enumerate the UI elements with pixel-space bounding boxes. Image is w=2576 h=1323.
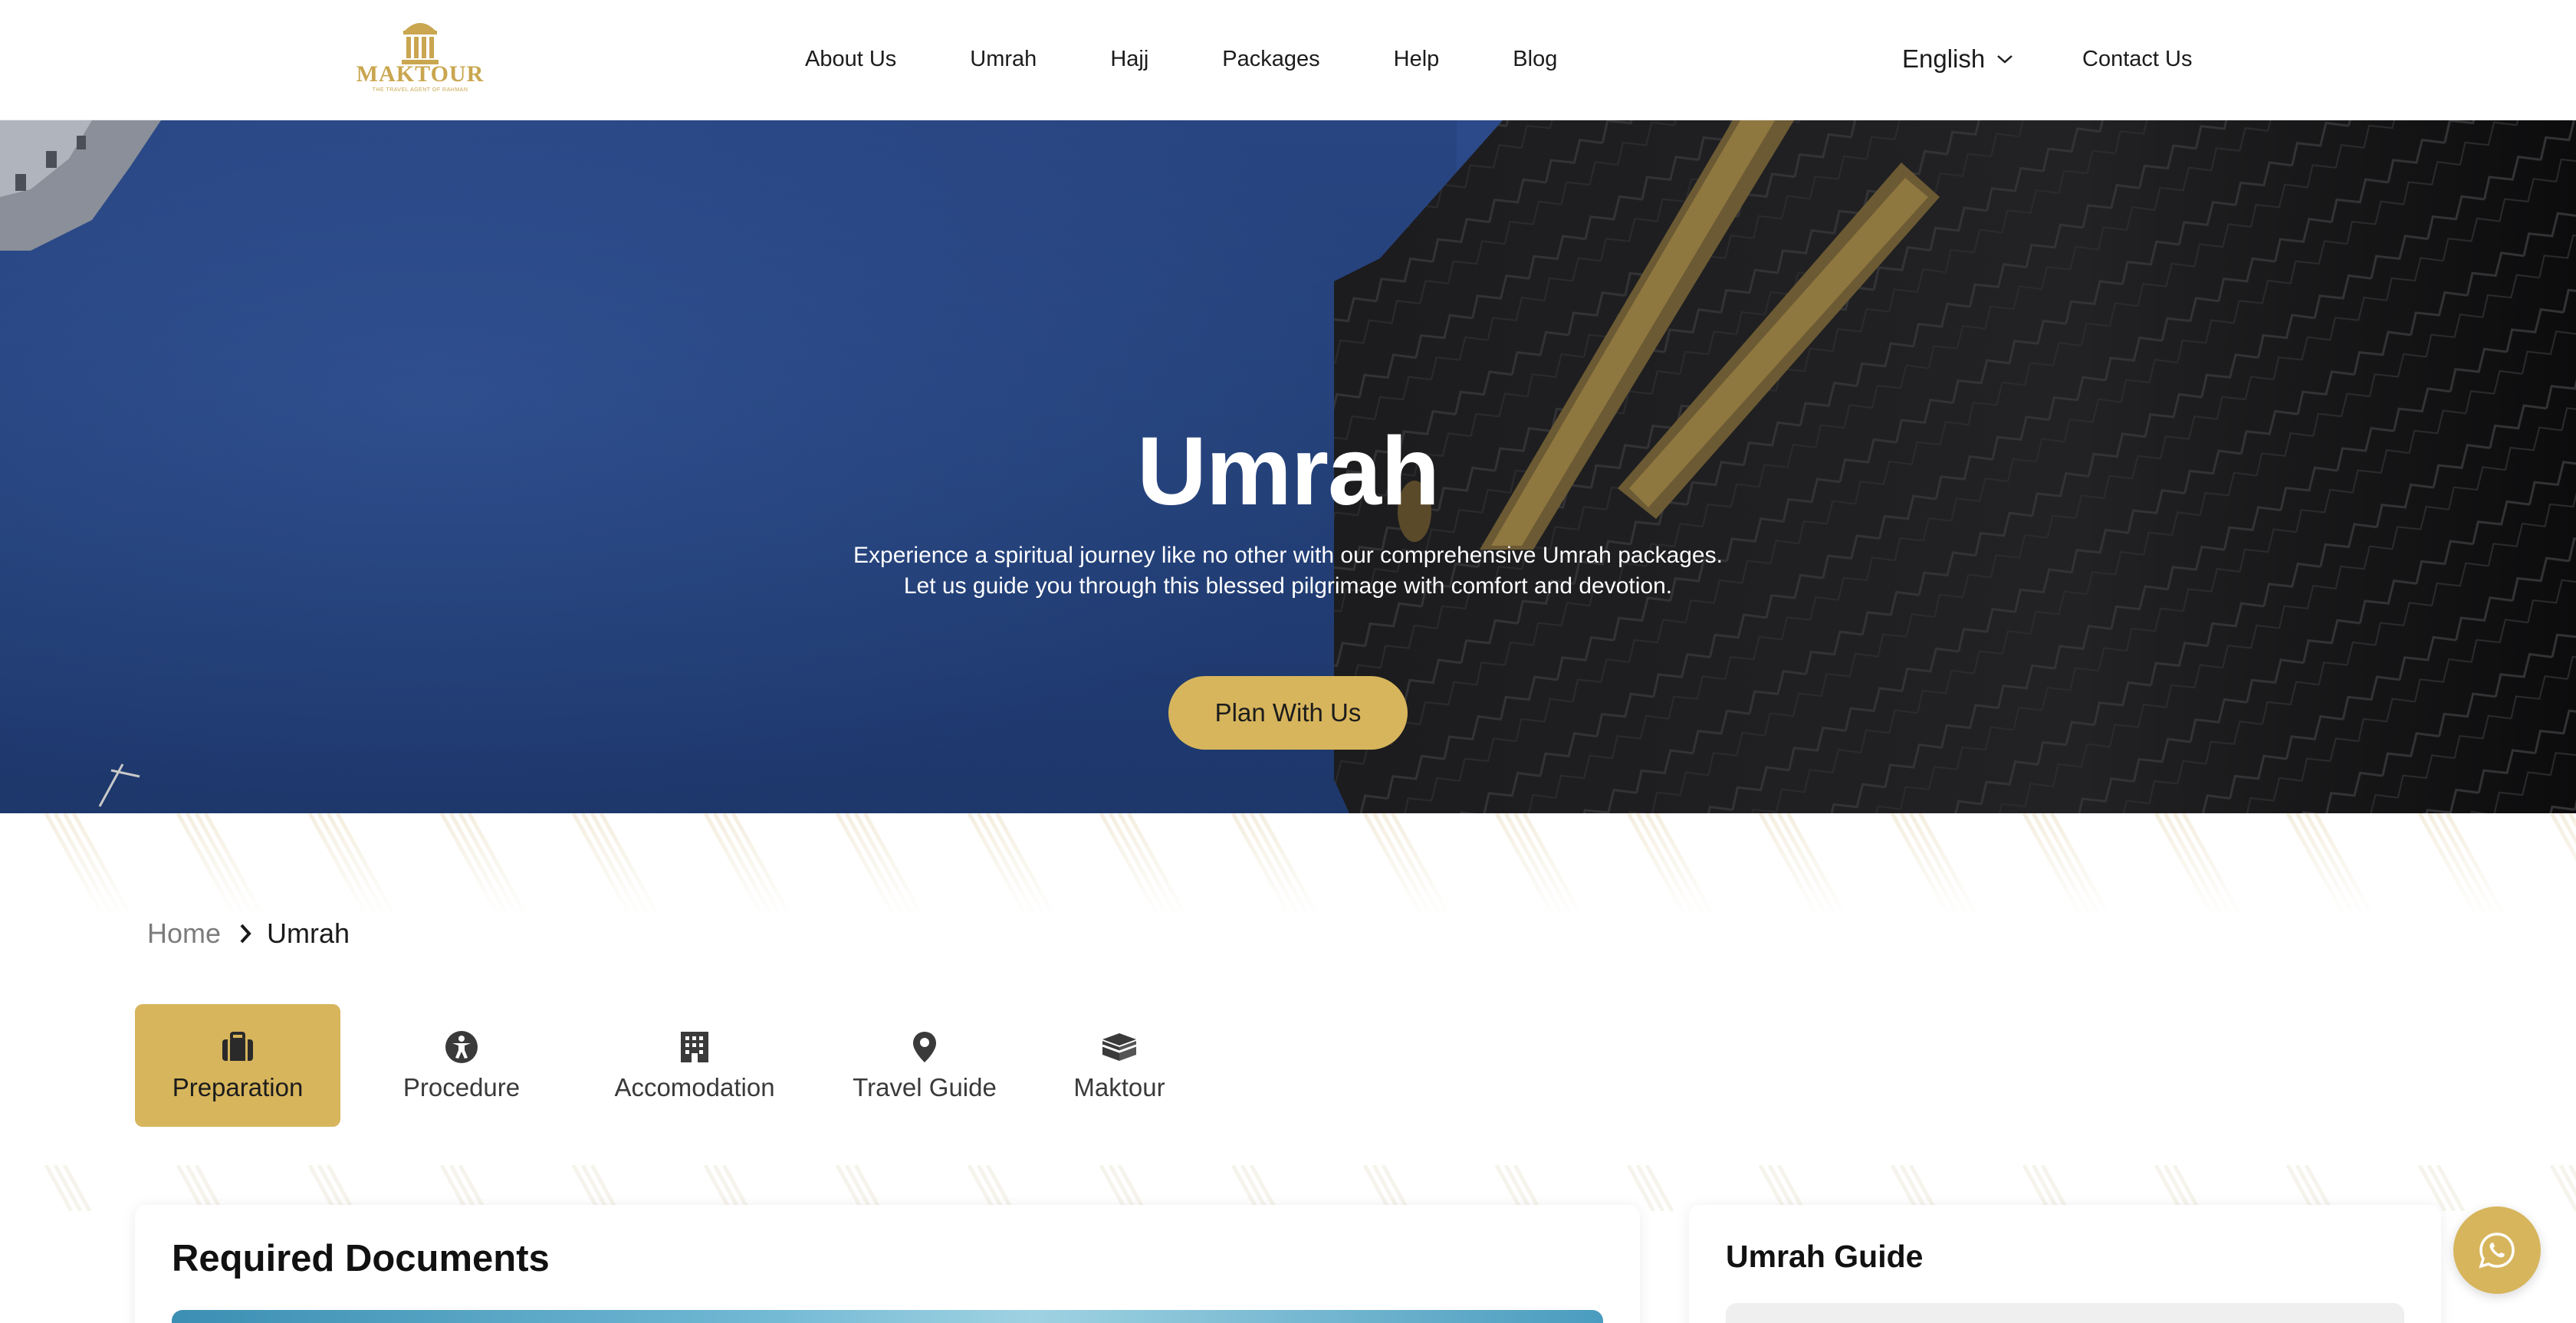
tab-label: Accomodation	[614, 1073, 775, 1101]
tab-travel-guide[interactable]: Travel Guide	[834, 1004, 1015, 1127]
briefcase-icon	[221, 1029, 255, 1065]
tab-label: Preparation	[172, 1073, 304, 1101]
nav-help[interactable]: Help	[1394, 43, 1440, 75]
breadcrumb-current: Umrah	[267, 918, 350, 949]
hero-subtitle: Experience a spiritual journey like no o…	[853, 543, 1723, 599]
whatsapp-icon	[2479, 1233, 2515, 1269]
tab-maktour[interactable]: Maktour	[1046, 1004, 1193, 1127]
main-nav: About Us Umrah Hajj Packages Help Blog	[805, 43, 1631, 75]
umrah-guide-title: Umrah Guide	[1726, 1239, 1924, 1274]
required-documents-card: Required Documents	[135, 1205, 1640, 1323]
language-label: English	[1902, 44, 1986, 73]
tab-procedure[interactable]: Procedure	[377, 1004, 546, 1127]
logo-emblem-icon	[402, 23, 439, 64]
decorative-pattern-lower	[0, 1165, 2576, 1211]
breadcrumb-home[interactable]: Home	[147, 918, 221, 950]
contact-us-link[interactable]: Contact Us	[2082, 43, 2192, 75]
nav-blog[interactable]: Blog	[1513, 43, 1557, 75]
guide-image	[1726, 1303, 2404, 1323]
documents-image	[172, 1310, 1603, 1323]
nav-packages[interactable]: Packages	[1222, 43, 1319, 75]
chevron-down-icon	[1997, 55, 2013, 64]
accessibility-icon	[445, 1029, 478, 1065]
location-pin-icon	[912, 1029, 938, 1065]
required-documents-title: Required Documents	[172, 1238, 550, 1279]
language-selector[interactable]: English	[1902, 41, 2014, 77]
nav-umrah[interactable]: Umrah	[970, 43, 1037, 75]
minaret-corner-image	[0, 120, 161, 251]
chevron-right-icon	[238, 922, 253, 945]
decorative-pattern	[0, 813, 2576, 917]
tab-preparation[interactable]: Preparation	[135, 1004, 340, 1127]
tab-accomodation[interactable]: Accomodation	[587, 1004, 802, 1127]
site-header: MAKTOUR THE TRAVEL AGENT OF RAHMAN About…	[0, 0, 2576, 120]
plan-with-us-button[interactable]: Plan With Us	[1168, 676, 1408, 750]
maktour-logo[interactable]: MAKTOUR THE TRAVEL AGENT OF RAHMAN	[356, 15, 483, 101]
nav-about-us[interactable]: About Us	[805, 43, 896, 75]
tab-label: Maktour	[1073, 1073, 1165, 1101]
tab-label: Travel Guide	[853, 1073, 997, 1101]
logo-wordmark: MAKTOUR	[356, 61, 485, 87]
kaaba-icon	[1101, 1029, 1138, 1065]
crane-silhouette	[98, 763, 140, 807]
building-icon	[679, 1029, 710, 1065]
whatsapp-button[interactable]	[2453, 1206, 2541, 1294]
hero-title: Umrah	[1136, 417, 1440, 525]
nav-hajj[interactable]: Hajj	[1110, 43, 1148, 75]
hero-banner: Umrah Experience a spiritual journey lik…	[0, 120, 2576, 813]
tab-label: Procedure	[402, 1073, 521, 1101]
breadcrumb: Home Umrah	[147, 914, 350, 953]
logo-tagline: THE TRAVEL AGENT OF RAHMAN	[372, 87, 468, 93]
umrah-guide-card: Umrah Guide	[1689, 1205, 2441, 1323]
